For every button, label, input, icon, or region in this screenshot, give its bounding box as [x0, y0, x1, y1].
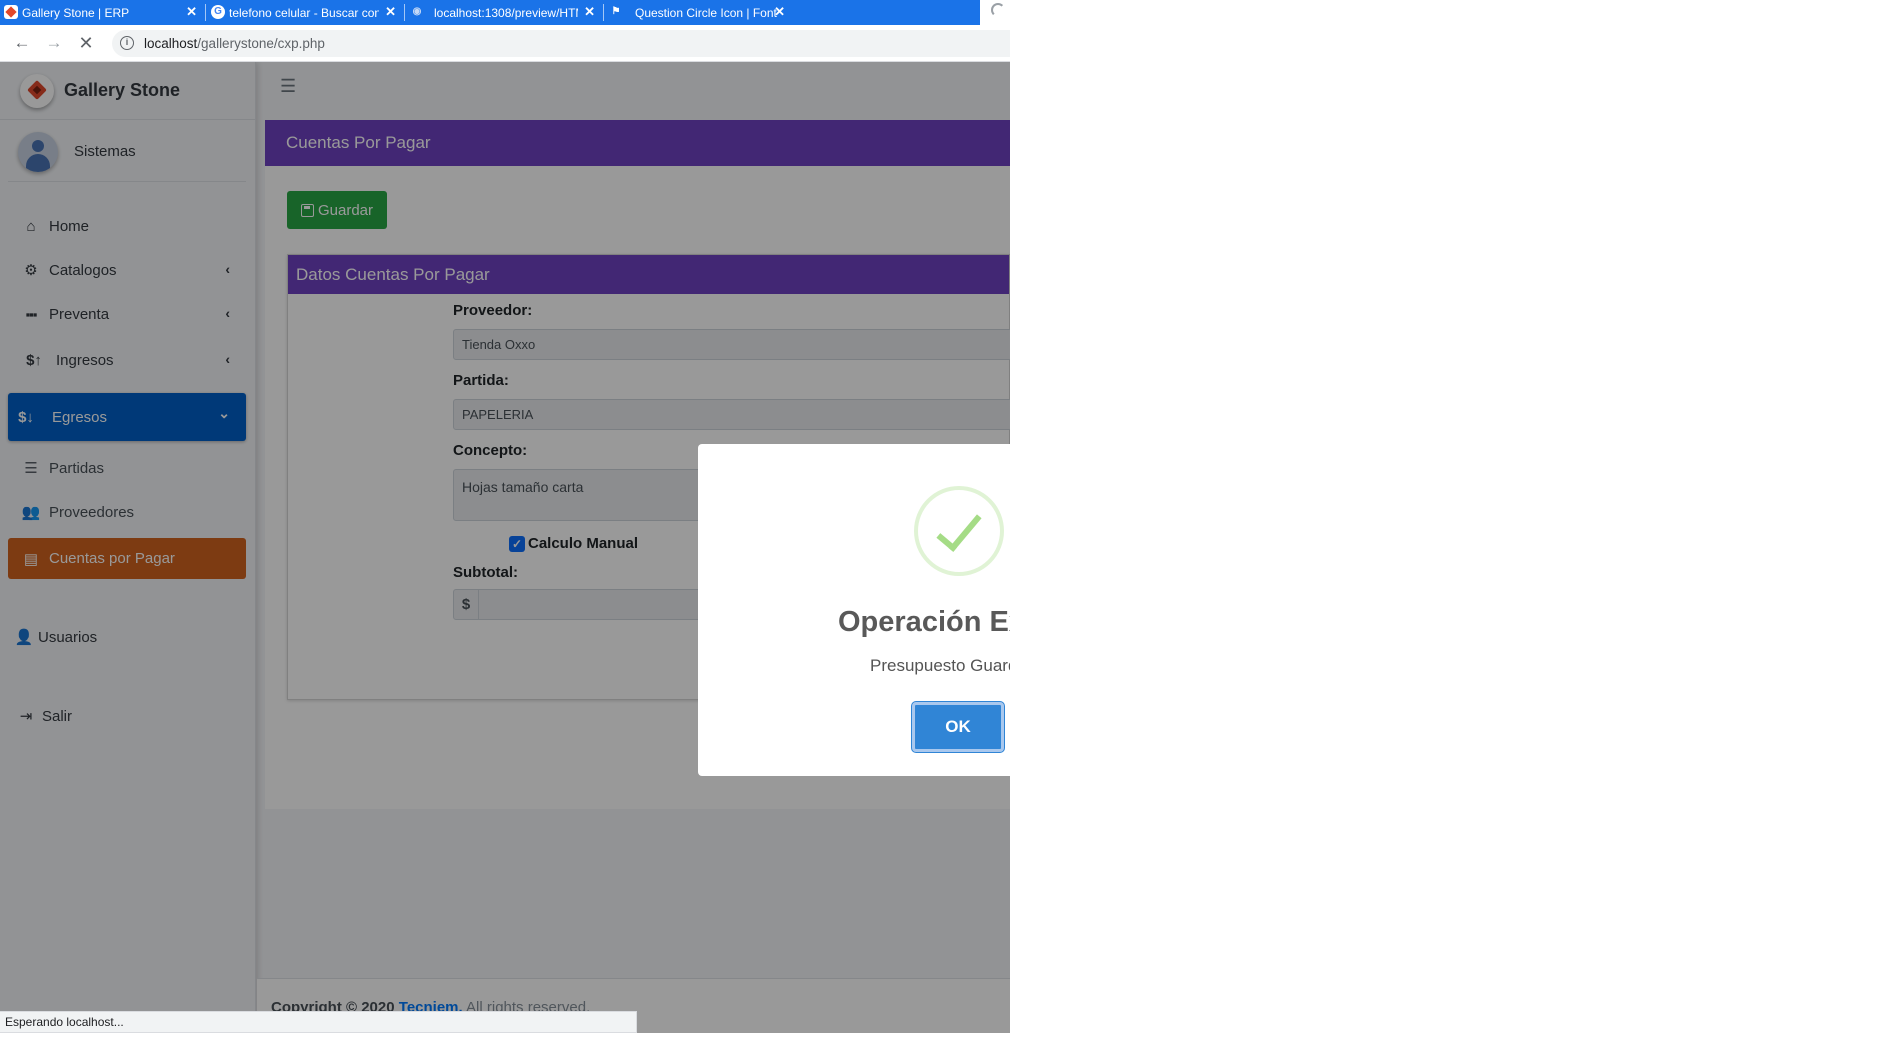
tab-separator: [603, 4, 604, 21]
url-text: localhost/gallerystone/cxp.php: [144, 36, 325, 51]
tab-separator: [205, 4, 206, 21]
preview-favicon: ◉: [412, 6, 422, 17]
tab-gallery-stone[interactable]: Gallery Stone | ERP ✕: [0, 0, 205, 25]
close-tab-icon[interactable]: ✕: [584, 4, 595, 20]
url-host: localhost: [144, 36, 198, 51]
status-bar: Esperando localhost...: [0, 1011, 637, 1033]
loading-spinner-icon: [991, 3, 1005, 17]
forward-arrow-icon[interactable]: →: [44, 33, 64, 53]
tab-title: Question Circle Icon | Font Aweso: [635, 5, 777, 20]
close-tab-icon[interactable]: ✕: [774, 4, 785, 20]
tab-localhost-preview[interactable]: ◉ localhost:1308/preview/HTML5Te ✕: [406, 0, 603, 25]
close-tab-icon[interactable]: ✕: [186, 4, 197, 20]
tab-separator: [404, 4, 405, 21]
tab-title: telefono celular - Buscar con Goo: [229, 5, 379, 20]
stop-loading-icon[interactable]: ✕: [76, 33, 96, 53]
page-content: Gallery Stone Sistemas ⌂ Home ⚙ Catalogo…: [0, 62, 1010, 1033]
ok-button[interactable]: OK: [912, 702, 1004, 752]
success-check-icon: [914, 486, 1004, 576]
browser-window: Gallery Stone | ERP ✕ G telefono celular…: [0, 0, 1010, 1033]
browser-toolbar: ← → ✕ i localhost/gallerystone/cxp.php: [0, 25, 1010, 62]
google-favicon: G: [211, 5, 225, 19]
gallery-stone-favicon: [4, 5, 18, 19]
tab-strip: Gallery Stone | ERP ✕ G telefono celular…: [0, 0, 1010, 25]
address-bar[interactable]: i localhost/gallerystone/cxp.php: [112, 30, 1010, 57]
info-icon[interactable]: i: [120, 36, 134, 50]
tab-font-awesome[interactable]: ⚑ Question Circle Icon | Font Aweso ✕: [605, 0, 980, 25]
dialog-title: Operación Ex: [838, 606, 1010, 638]
tab-title: Gallery Stone | ERP: [22, 5, 130, 20]
dialog-message: Presupuesto Guard: [870, 656, 1010, 675]
success-dialog: Operación Ex Presupuesto Guard OK: [698, 444, 1010, 776]
tab-title: localhost:1308/preview/HTML5Te: [434, 5, 578, 20]
url-path: /gallerystone/cxp.php: [197, 36, 325, 51]
checkmark-icon: [936, 504, 982, 552]
tab-google-search[interactable]: G telefono celular - Buscar con Goo ✕: [207, 0, 404, 25]
close-tab-icon[interactable]: ✕: [385, 4, 396, 20]
back-arrow-icon[interactable]: ←: [12, 33, 32, 53]
font-awesome-favicon: ⚑: [611, 6, 621, 17]
